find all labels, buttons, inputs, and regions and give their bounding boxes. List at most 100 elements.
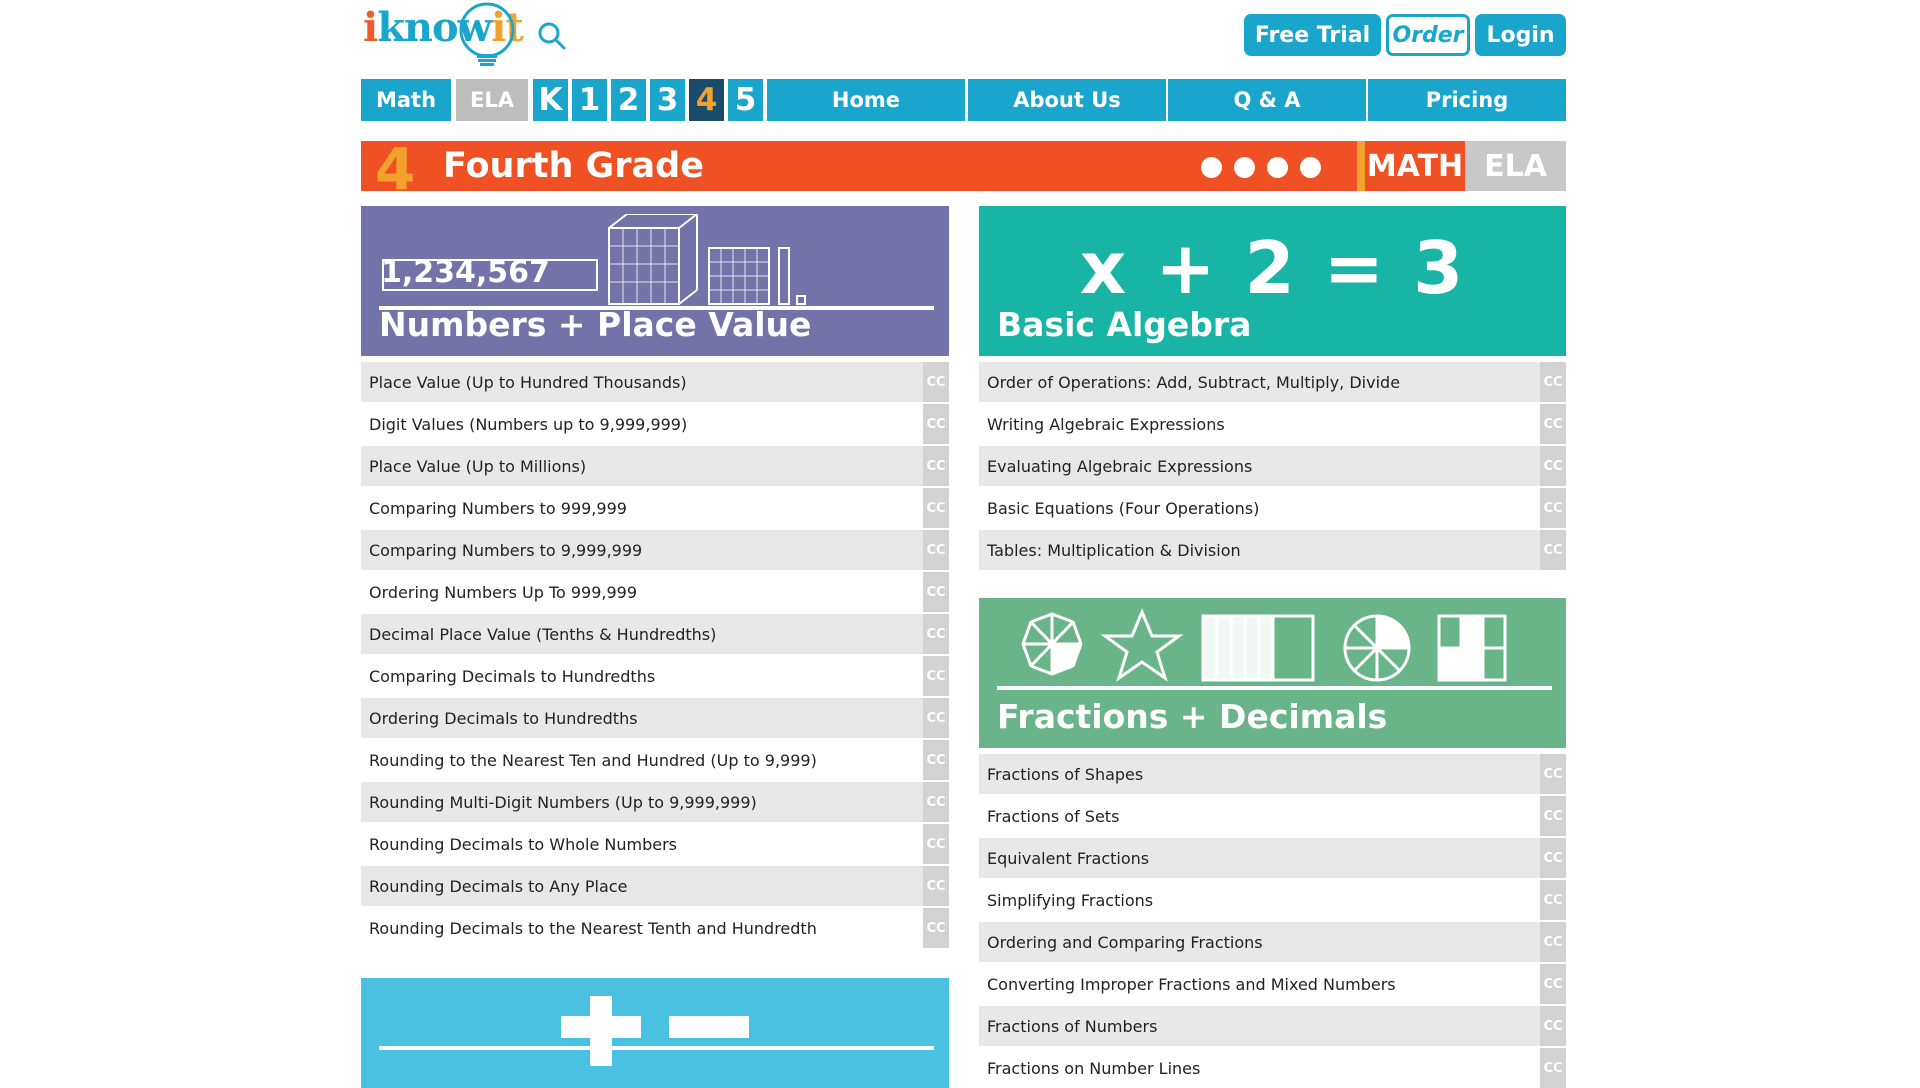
skill-list-item[interactable]: Ordering Numbers Up To 999,999 CC [361, 572, 949, 612]
skill-link[interactable]: Ordering Decimals to Hundredths [361, 709, 923, 728]
skill-link[interactable]: Rounding Decimals to Any Place [361, 877, 923, 896]
skill-link[interactable]: Decimal Place Value (Tenths & Hundredths… [361, 625, 923, 644]
nav-grade-2[interactable]: 2 [611, 79, 646, 121]
nav-grade-4[interactable]: 4 [689, 79, 724, 121]
skill-link[interactable]: Comparing Decimals to Hundredths [361, 667, 923, 686]
common-core-badge[interactable]: CC [923, 740, 949, 780]
nav-home[interactable]: Home [767, 79, 965, 121]
skill-link[interactable]: Place Value (Up to Millions) [361, 457, 923, 476]
nav-grade-k[interactable]: K [533, 79, 568, 121]
skill-link[interactable]: Rounding Decimals to Whole Numbers [361, 835, 923, 854]
skill-list-item[interactable]: Fractions of Shapes CC [979, 754, 1566, 794]
common-core-badge[interactable]: CC [923, 656, 949, 696]
fractions-card-header[interactable]: Fractions + Decimals [979, 598, 1566, 748]
skill-link[interactable]: Simplifying Fractions [979, 891, 1540, 910]
common-core-badge[interactable]: CC [923, 404, 949, 444]
skill-link[interactable]: Converting Improper Fractions and Mixed … [979, 975, 1540, 994]
nav-pricing[interactable]: Pricing [1368, 79, 1566, 121]
skill-link[interactable]: Evaluating Algebraic Expressions [979, 457, 1540, 476]
common-core-badge[interactable]: CC [923, 572, 949, 612]
dot-1[interactable] [1201, 157, 1222, 178]
algebra-card-header[interactable]: x + 2 = 3 Basic Algebra [979, 206, 1566, 356]
skill-list-item[interactable]: Simplifying Fractions CC [979, 880, 1566, 920]
common-core-badge[interactable]: CC [1540, 362, 1566, 402]
common-core-badge[interactable]: CC [923, 446, 949, 486]
skill-link[interactable]: Comparing Numbers to 999,999 [361, 499, 923, 518]
skill-link[interactable]: Order of Operations: Add, Subtract, Mult… [979, 373, 1540, 392]
skill-link[interactable]: Fractions on Number Lines [979, 1059, 1540, 1078]
skill-link[interactable]: Rounding to the Nearest Ten and Hundred … [361, 751, 923, 770]
skill-list-item[interactable]: Evaluating Algebraic Expressions CC [979, 446, 1566, 486]
common-core-badge[interactable]: CC [1540, 1048, 1566, 1088]
dot-3[interactable] [1267, 157, 1288, 178]
nav-qa[interactable]: Q & A [1168, 79, 1366, 121]
skill-link[interactable]: Tables: Multiplication & Division [979, 541, 1540, 560]
nav-ela[interactable]: ELA [456, 79, 528, 121]
skill-link[interactable]: Comparing Numbers to 9,999,999 [361, 541, 923, 560]
skill-list-item[interactable]: Converting Improper Fractions and Mixed … [979, 964, 1566, 1004]
common-core-badge[interactable]: CC [1540, 754, 1566, 794]
skill-list-item[interactable]: Writing Algebraic Expressions CC [979, 404, 1566, 444]
nav-math[interactable]: Math [361, 79, 451, 121]
skill-link[interactable]: Rounding Decimals to the Nearest Tenth a… [361, 919, 923, 938]
skill-link[interactable]: Writing Algebraic Expressions [979, 415, 1540, 434]
common-core-badge[interactable]: CC [1540, 838, 1566, 878]
common-core-badge[interactable]: CC [923, 866, 949, 906]
skill-list-item[interactable]: Comparing Numbers to 9,999,999 CC [361, 530, 949, 570]
addsub-card-header[interactable] [361, 978, 949, 1088]
skill-link[interactable]: Place Value (Up to Hundred Thousands) [361, 373, 923, 392]
skill-link[interactable]: Equivalent Fractions [979, 849, 1540, 868]
dot-4[interactable] [1300, 157, 1321, 178]
banner-math-tab[interactable]: MATH [1365, 141, 1465, 191]
skill-link[interactable]: Basic Equations (Four Operations) [979, 499, 1540, 518]
skill-list-item[interactable]: Rounding Decimals to Any Place CC [361, 866, 949, 906]
skill-list-item[interactable]: Tables: Multiplication & Division CC [979, 530, 1566, 570]
order-button[interactable]: Order [1386, 14, 1470, 56]
skill-list-item[interactable]: Fractions of Sets CC [979, 796, 1566, 836]
common-core-badge[interactable]: CC [1540, 922, 1566, 962]
skill-list-item[interactable]: Comparing Numbers to 999,999 CC [361, 488, 949, 528]
skill-link[interactable]: Fractions of Shapes [979, 765, 1540, 784]
skill-list-item[interactable]: Rounding Decimals to the Nearest Tenth a… [361, 908, 949, 948]
numbers-card-header[interactable]: 1,234,567 Numbers + Place Value [361, 206, 949, 356]
common-core-badge[interactable]: CC [923, 782, 949, 822]
common-core-badge[interactable]: CC [1540, 796, 1566, 836]
skill-list-item[interactable]: Digit Values (Numbers up to 9,999,999) CC [361, 404, 949, 444]
skill-list-item[interactable]: Comparing Decimals to Hundredths CC [361, 656, 949, 696]
common-core-badge[interactable]: CC [1540, 488, 1566, 528]
banner-ela-tab[interactable]: ELA [1465, 141, 1566, 191]
common-core-badge[interactable]: CC [923, 488, 949, 528]
skill-list-item[interactable]: Order of Operations: Add, Subtract, Mult… [979, 362, 1566, 402]
common-core-badge[interactable]: CC [923, 698, 949, 738]
common-core-badge[interactable]: CC [1540, 446, 1566, 486]
skill-link[interactable]: Digit Values (Numbers up to 9,999,999) [361, 415, 923, 434]
common-core-badge[interactable]: CC [923, 614, 949, 654]
skill-link[interactable]: Ordering Numbers Up To 999,999 [361, 583, 923, 602]
skill-link[interactable]: Ordering and Comparing Fractions [979, 933, 1540, 952]
dot-2[interactable] [1234, 157, 1255, 178]
common-core-badge[interactable]: CC [923, 530, 949, 570]
common-core-badge[interactable]: CC [1540, 404, 1566, 444]
skill-list-item[interactable]: Ordering and Comparing Fractions CC [979, 922, 1566, 962]
skill-list-item[interactable]: Ordering Decimals to Hundredths CC [361, 698, 949, 738]
skill-list-item[interactable]: Equivalent Fractions CC [979, 838, 1566, 878]
skill-list-item[interactable]: Place Value (Up to Millions) CC [361, 446, 949, 486]
common-core-badge[interactable]: CC [923, 824, 949, 864]
nav-about-us[interactable]: About Us [968, 79, 1166, 121]
skill-list-item[interactable]: Rounding Decimals to Whole Numbers CC [361, 824, 949, 864]
skill-link[interactable]: Rounding Multi-Digit Numbers (Up to 9,99… [361, 793, 923, 812]
skill-list-item[interactable]: Basic Equations (Four Operations) CC [979, 488, 1566, 528]
common-core-badge[interactable]: CC [923, 908, 949, 948]
skill-list-item[interactable]: Fractions of Numbers CC [979, 1006, 1566, 1046]
common-core-badge[interactable]: CC [923, 362, 949, 402]
common-core-badge[interactable]: CC [1540, 880, 1566, 920]
skill-list-item[interactable]: Rounding to the Nearest Ten and Hundred … [361, 740, 949, 780]
skill-list-item[interactable]: Fractions on Number Lines CC [979, 1048, 1566, 1088]
search-icon[interactable] [536, 20, 568, 52]
common-core-badge[interactable]: CC [1540, 1006, 1566, 1046]
skill-link[interactable]: Fractions of Sets [979, 807, 1540, 826]
nav-grade-3[interactable]: 3 [650, 79, 685, 121]
skill-list-item[interactable]: Decimal Place Value (Tenths & Hundredths… [361, 614, 949, 654]
skill-list-item[interactable]: Rounding Multi-Digit Numbers (Up to 9,99… [361, 782, 949, 822]
free-trial-button[interactable]: Free Trial [1244, 14, 1381, 56]
